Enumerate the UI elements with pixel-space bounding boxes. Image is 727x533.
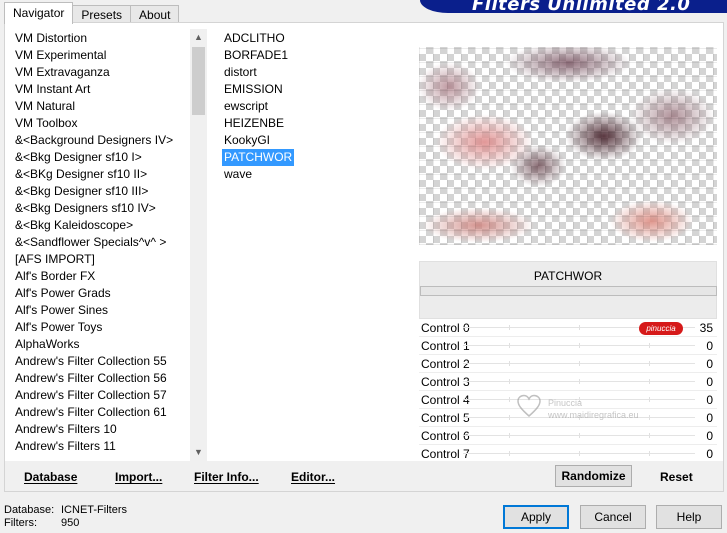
scroll-down-icon[interactable]: ▼ xyxy=(190,444,207,461)
tab-strip: Navigator Presets About xyxy=(4,2,180,24)
apply-button[interactable]: Apply xyxy=(503,505,569,529)
selected-filter-name: PATCHWOR xyxy=(533,269,603,283)
category-item[interactable]: &<Bkg Kaleidoscope> xyxy=(15,217,187,234)
category-item[interactable]: [AFS IMPORT] xyxy=(15,251,187,268)
category-item[interactable]: Andrew's Filter Collection 56 xyxy=(15,370,187,387)
filter-item[interactable]: KookyGI xyxy=(222,132,272,149)
filter-item[interactable]: EMISSION xyxy=(222,81,285,98)
control-slider-row[interactable]: Control 7 0 xyxy=(419,445,717,459)
control-slider-row[interactable]: Control 4 0 xyxy=(419,391,717,409)
control-value: 0 xyxy=(706,429,713,443)
filter-item[interactable]: wave xyxy=(222,166,254,183)
database-label: Database: xyxy=(4,504,55,516)
reset-button[interactable]: Reset xyxy=(660,470,693,484)
category-scrollbar[interactable]: ▲ ▼ xyxy=(190,29,207,461)
tab-navigator[interactable]: Navigator xyxy=(4,2,74,24)
control-track[interactable] xyxy=(463,381,695,382)
control-label: Control 3 xyxy=(421,375,470,389)
cancel-button[interactable]: Cancel xyxy=(580,505,646,529)
filter-item[interactable]: distort xyxy=(222,64,259,81)
control-value: 0 xyxy=(706,339,713,353)
control-track[interactable] xyxy=(463,399,695,400)
control-slider-row[interactable]: Control 0 35 pinuccia xyxy=(419,319,717,337)
filter-item[interactable]: ADCLITHO xyxy=(222,30,287,47)
category-item[interactable]: Alf's Power Grads xyxy=(15,285,187,302)
control-track[interactable] xyxy=(463,363,695,364)
category-item[interactable]: Alf's Border FX xyxy=(15,268,187,285)
category-item[interactable]: &<Background Designers IV> xyxy=(15,132,187,149)
category-item[interactable]: Andrew's Filter Collection 57 xyxy=(15,387,187,404)
bottom-toolbar: Database Import... Filter Info... Editor… xyxy=(5,461,723,491)
import-button[interactable]: Import... xyxy=(115,470,162,484)
category-item[interactable]: VM Toolbox xyxy=(15,115,187,132)
controls-panel: Control 0 35 pinuccia Control 1 0 Control 20C… xyxy=(419,319,717,459)
filters-count-label: Filters: xyxy=(4,517,37,529)
category-item[interactable]: Andrew's Filters 10 xyxy=(15,421,187,438)
filter-item[interactable]: PATCHWOR xyxy=(222,149,295,166)
category-item[interactable]: VM Natural xyxy=(15,98,187,115)
filter-item[interactable]: BORFADE1 xyxy=(222,47,290,64)
control-label: Control 7 xyxy=(421,447,470,459)
category-item[interactable]: VM Distortion xyxy=(15,30,187,47)
control-value: 0 xyxy=(706,375,713,389)
brand-banner: Filters Unlimited 2.0 xyxy=(420,0,727,13)
control-slider-row[interactable]: Control 3 0 xyxy=(419,373,717,391)
brand-title: Filters Unlimited 2.0 xyxy=(472,0,691,13)
category-item[interactable]: VM Instant Art xyxy=(15,81,187,98)
preview-image xyxy=(419,47,717,245)
category-item[interactable]: Andrew's Filter Collection 55 xyxy=(15,353,187,370)
category-item[interactable]: AlphaWorks xyxy=(15,336,187,353)
category-item[interactable]: &<Bkg Designers sf10 IV> xyxy=(15,200,187,217)
help-button[interactable]: Help xyxy=(656,505,722,529)
editor-button[interactable]: Editor... xyxy=(291,470,335,484)
filter-name-box: PATCHWOR xyxy=(419,261,717,319)
control-label: Control 1 xyxy=(421,339,470,353)
control-value: 0 xyxy=(706,447,713,459)
category-list[interactable]: VM Distortion VM Experimental VM Extravaga… xyxy=(15,30,187,458)
preview-patchwork-grid xyxy=(419,47,717,245)
category-item[interactable]: &<BKg Designer sf10 II> xyxy=(15,166,187,183)
category-item[interactable]: VM Extravaganza xyxy=(15,64,187,81)
category-item[interactable]: &<Sandflower Specials^v^ > xyxy=(15,234,187,251)
control-track[interactable] xyxy=(463,417,695,418)
control-track[interactable] xyxy=(463,453,695,454)
category-item[interactable]: VM Experimental xyxy=(15,47,187,64)
control-slider-row[interactable]: Control 2 0 xyxy=(419,355,717,373)
progress-bar xyxy=(420,286,717,296)
control-slider-row[interactable]: Control 5 0 xyxy=(419,409,717,427)
control-track[interactable] xyxy=(463,435,695,436)
navigator-panel: VM Distortion VM Experimental VM Extravaga… xyxy=(4,22,724,492)
pinuccia-tag: pinuccia xyxy=(639,322,683,335)
category-item[interactable]: Andrew's Filters 11 xyxy=(15,438,187,455)
database-button[interactable]: Database xyxy=(24,470,77,484)
category-item[interactable]: &<Bkg Designer sf10 III> xyxy=(15,183,187,200)
control-value: 35 xyxy=(699,321,713,335)
control-track[interactable] xyxy=(463,345,695,346)
filter-list[interactable]: ADCLITHO BORFADE1 distort EMISSION ewscript H… xyxy=(222,30,372,190)
scroll-up-icon[interactable]: ▲ xyxy=(190,29,207,46)
control-value: 0 xyxy=(706,357,713,371)
control-value: 0 xyxy=(706,411,713,425)
control-label: Control 0 xyxy=(421,321,470,335)
category-item[interactable]: Alf's Power Toys xyxy=(15,319,187,336)
scroll-thumb[interactable] xyxy=(192,47,205,115)
category-item[interactable]: Alf's Power Sines xyxy=(15,302,187,319)
control-value: 0 xyxy=(706,393,713,407)
control-label: Control 2 xyxy=(421,357,470,371)
filter-item[interactable]: HEIZENBE xyxy=(222,115,286,132)
control-label: Control 4 xyxy=(421,393,470,407)
filters-count-value: 950 xyxy=(61,517,80,529)
control-label: Control 6 xyxy=(421,429,470,443)
category-item[interactable]: &<Bkg Designer sf10 I> xyxy=(15,149,187,166)
database-value: ICNET-Filters xyxy=(61,504,127,516)
randomize-button[interactable]: Randomize xyxy=(555,465,632,487)
filter-item[interactable]: ewscript xyxy=(222,98,270,115)
control-slider-row[interactable]: Control 1 0 xyxy=(419,337,717,355)
category-item[interactable]: Andrew's Filter Collection 61 xyxy=(15,404,187,421)
control-label: Control 5 xyxy=(421,411,470,425)
filter-info-button[interactable]: Filter Info... xyxy=(194,470,259,484)
control-slider-row[interactable]: Control 6 0 xyxy=(419,427,717,445)
